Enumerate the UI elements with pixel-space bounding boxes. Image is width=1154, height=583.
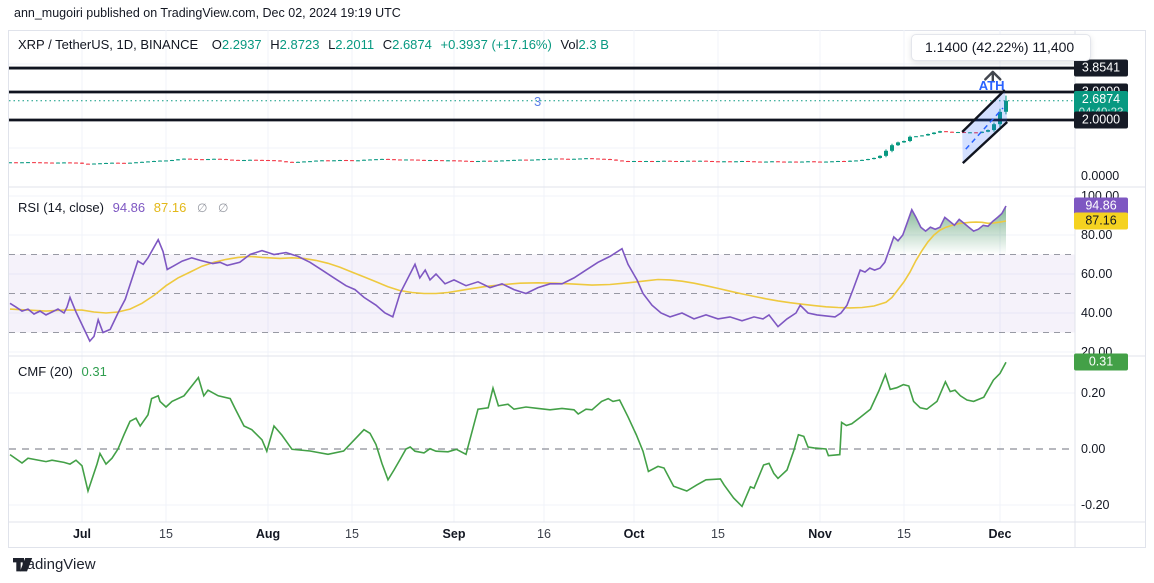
low-value: 2.2011 [335,37,374,52]
rsi-value-badge: 87.16 [1074,213,1128,230]
time-axis-label: Sep [443,527,466,541]
cmf-value: 0.31 [82,364,107,379]
time-axis-label: 16 [537,527,551,541]
volume-value: 2.3 B [579,37,609,52]
high-value: 2.8723 [280,37,320,52]
rsi-value: 94.86 [113,200,146,215]
rsi-ma-value: 87.16 [154,200,187,215]
price-axis-label: 0.0000 [1081,169,1119,183]
rsi-legend: RSI (14, close) 94.86 87.16 ∅ ∅ [18,200,233,215]
rsi-axis-label: 80.00 [1081,228,1112,242]
change-value: +0.3937 (+17.16%) [441,37,552,52]
time-axis-label: Dec [989,527,1012,541]
tradingview-watermark[interactable]: TradingView [13,556,96,573]
price-level-badge: 3.8541 [1074,60,1128,77]
close-label: C [383,37,392,52]
time-axis-label: Aug [256,527,280,541]
rsi-axis-label: 40.00 [1081,306,1112,320]
time-axis-label: Oct [624,527,645,541]
open-value: 2.2937 [222,37,262,52]
rsi-title: RSI (14, close) [18,200,104,215]
empty-set-icon[interactable]: ∅ [218,201,228,215]
high-label: H [270,37,279,52]
time-axis-label: 15 [711,527,725,541]
time-axis-label: Jul [73,527,91,541]
volume-label: Vol [560,37,578,52]
cmf-title: CMF (20) [18,364,73,379]
ath-annotation: ATH [979,78,1005,93]
cmf-value-badge: 0.31 [1074,354,1128,371]
price-level-badge: 2.0000 [1074,112,1128,129]
open-label: O [212,37,222,52]
count-annotation: 3 [534,94,541,109]
symbol-legend: XRP / TetherUS, 1D, BINANCE O2.2937 H2.8… [18,37,614,52]
rsi-axis-label: 60.00 [1081,267,1112,281]
time-axis-label: 15 [897,527,911,541]
time-axis-label: 15 [345,527,359,541]
price-change-tooltip: 1.1400 (42.22%) 11,400 [911,34,1091,61]
empty-set-icon[interactable]: ∅ [197,201,207,215]
cmf-legend: CMF (20) 0.31 [18,364,112,379]
cmf-axis-label: 0.00 [1081,442,1105,456]
symbol-title: XRP / TetherUS, 1D, BINANCE [18,37,198,52]
cmf-axis-label: -0.20 [1081,498,1110,512]
time-axis-label: 15 [159,527,173,541]
tradingview-logo-icon [13,556,33,574]
current-price-value: 2.6874 [1074,92,1128,106]
cmf-axis-label: 0.20 [1081,386,1105,400]
time-axis-label: Nov [808,527,832,541]
close-value: 2.6874 [392,37,432,52]
